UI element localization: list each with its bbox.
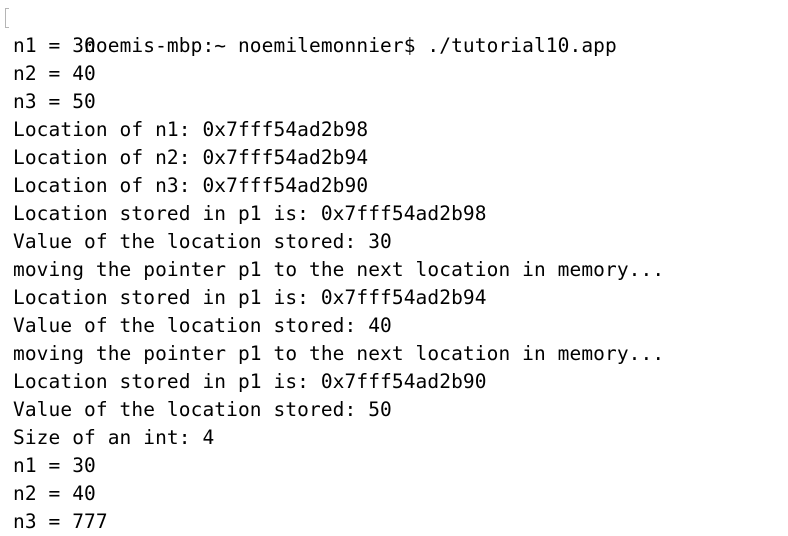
prompt-mark-icon — [5, 8, 9, 28]
output-line: Location stored in p1 is: 0x7fff54ad2b94 — [13, 286, 487, 309]
output-line: Location of n1: 0x7fff54ad2b98 — [13, 118, 369, 141]
output-line: n3 = 777 — [13, 510, 108, 533]
output-line: moving the pointer p1 to the next locati… — [13, 342, 665, 365]
output-line: Value of the location stored: 50 — [13, 398, 392, 421]
output-line: Location stored in p1 is: 0x7fff54ad2b90 — [13, 370, 487, 393]
output-line: Location of n3: 0x7fff54ad2b90 — [13, 174, 369, 197]
output-line: Value of the location stored: 40 — [13, 314, 392, 337]
output-line: n2 = 40 — [13, 482, 96, 505]
output-line: n1 = 30 — [13, 454, 96, 477]
terminal-window[interactable]: noemis-mbp:~ noemilemonnier$ ./tutorial1… — [0, 0, 788, 536]
output-line: Size of an int: 4 — [13, 426, 215, 449]
output-line: Location of n2: 0x7fff54ad2b94 — [13, 146, 369, 169]
output-line: Location stored in p1 is: 0x7fff54ad2b98 — [13, 202, 487, 225]
output-line: moving the pointer p1 to the next locati… — [13, 258, 665, 281]
output-line: n1 = 30 — [13, 34, 96, 57]
output-line: n2 = 40 — [13, 62, 96, 85]
terminal-output: noemis-mbp:~ noemilemonnier$ ./tutorial1… — [0, 4, 788, 536]
command-prompt-line: noemis-mbp:~ noemilemonnier$ ./tutorial1… — [0, 4, 788, 57]
output-line: Value of the location stored: 30 — [13, 230, 392, 253]
output-line: n3 = 50 — [13, 90, 96, 113]
